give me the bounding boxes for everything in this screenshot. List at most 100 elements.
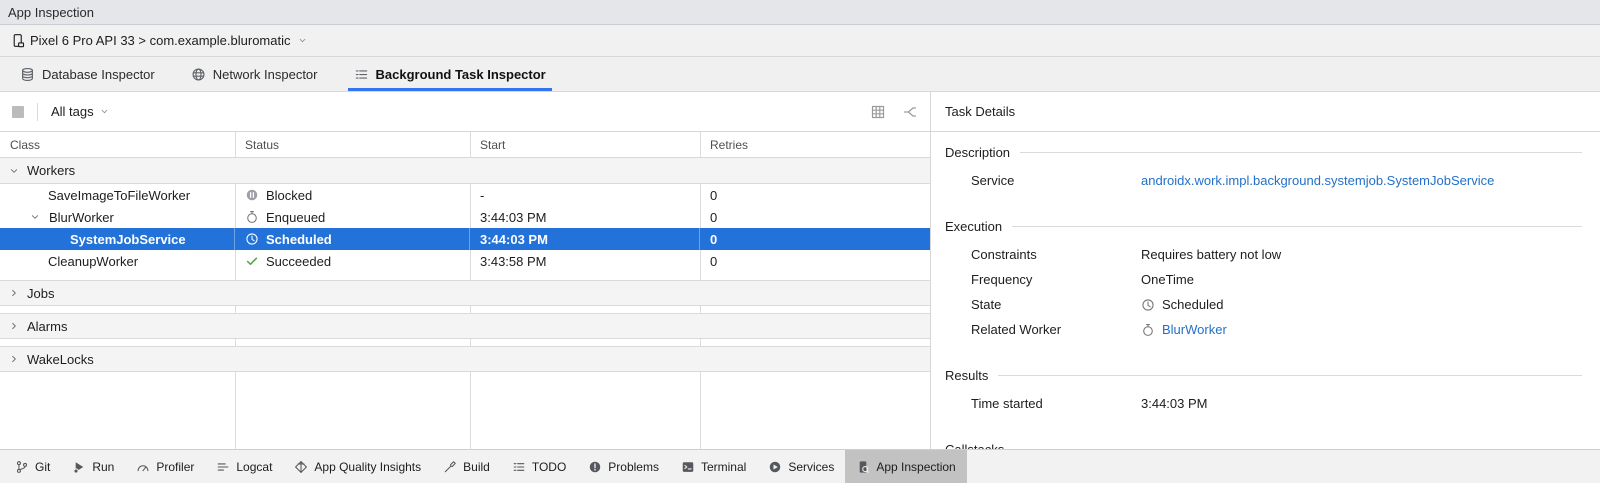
terminal-icon <box>681 460 695 474</box>
all-tags-label: All tags <box>51 104 94 119</box>
table-row[interactable]: CleanupWorker Succeeded3:43:58 PM 0 <box>0 250 930 272</box>
task-details-panel: Task Details DescriptionServiceandroidx.… <box>931 92 1600 449</box>
statusbar-item-build[interactable]: Build <box>432 450 501 483</box>
statusbar-item-label: App Quality Insights <box>314 460 421 474</box>
field-label: Frequency <box>971 272 1141 287</box>
succeeded-icon <box>245 254 259 268</box>
tab-database-inspector[interactable]: Database Inspector <box>14 57 161 91</box>
class-name: SystemJobService <box>70 232 186 247</box>
statusbar-item-app-inspection[interactable]: App Inspection <box>845 450 966 483</box>
chevron-down-icon <box>8 165 20 177</box>
task-list-icon <box>354 67 369 82</box>
statusbar-item-label: TODO <box>532 460 566 474</box>
cell-start: 3:43:58 PM <box>470 250 700 272</box>
chevron-down-icon <box>297 35 308 46</box>
statusbar-item-profiler[interactable]: Profiler <box>125 450 205 483</box>
task-details-body: DescriptionServiceandroidx.work.impl.bac… <box>931 132 1600 449</box>
chevron-down-icon <box>99 106 110 117</box>
statusbar-item-label: Terminal <box>701 460 746 474</box>
chevron-right-icon <box>8 287 20 299</box>
statusbar-item-services[interactable]: Services <box>757 450 845 483</box>
group-row-jobs[interactable]: Jobs <box>0 280 930 306</box>
statusbar-item-label: Profiler <box>156 460 194 474</box>
device-process-selector[interactable]: Pixel 6 Pro API 33 > com.example.bluroma… <box>0 25 1600 57</box>
start-time: - <box>480 188 484 203</box>
statusbar-item-run[interactable]: Run <box>61 450 125 483</box>
details-section-callstacks: Callstacks <box>945 441 1582 449</box>
todo-icon <box>512 460 526 474</box>
table-empty-area <box>0 372 930 449</box>
status-label: Scheduled <box>266 232 332 247</box>
section-rule <box>1020 152 1582 153</box>
table-view-icon[interactable] <box>870 104 886 120</box>
column-header-status: Status <box>235 132 470 157</box>
table-header-row: ClassStatusStartRetries <box>0 132 930 158</box>
field-value-text: 3:44:03 PM <box>1141 396 1208 411</box>
statusbar-item-label: Run <box>92 460 114 474</box>
blocked-icon <box>245 188 259 202</box>
statusbar-item-git[interactable]: Git <box>4 450 61 483</box>
statusbar-item-todo[interactable]: TODO <box>501 450 577 483</box>
detail-field-state: StateScheduled <box>945 292 1582 317</box>
chevron-right-icon <box>8 320 20 332</box>
section-header: Execution <box>945 218 1582 234</box>
cell-status: Succeeded <box>235 250 470 272</box>
retries-count: 0 <box>710 254 717 269</box>
cell-start: 3:44:03 PM <box>470 228 700 250</box>
class-name: SaveImageToFileWorker <box>48 188 190 203</box>
details-section-results: ResultsTime started3:44:03 PM <box>945 367 1582 416</box>
group-row-alarms[interactable]: Alarms <box>0 313 930 339</box>
start-time: 3:44:03 PM <box>480 232 548 247</box>
group-row-wakelocks[interactable]: WakeLocks <box>0 346 930 372</box>
field-value-link[interactable]: BlurWorker <box>1162 322 1227 337</box>
all-tags-dropdown[interactable]: All tags <box>51 104 110 119</box>
cell-retries: 0 <box>700 228 930 250</box>
cell-status: Scheduled <box>235 228 470 250</box>
field-value: BlurWorker <box>1141 322 1582 337</box>
table-row[interactable]: SystemJobService Scheduled 3:44:03 PM 0 <box>0 228 930 250</box>
tab-label: Network Inspector <box>213 67 318 82</box>
statusbar-item-logcat[interactable]: Logcat <box>205 450 283 483</box>
cell-class: SystemJobService <box>0 228 235 250</box>
run-icon <box>72 460 86 474</box>
detail-field-frequency: FrequencyOneTime <box>945 267 1582 292</box>
class-name: BlurWorker <box>49 210 114 225</box>
enqueued-icon <box>245 210 259 224</box>
status-label: Enqueued <box>266 210 325 225</box>
statusbar-item-terminal[interactable]: Terminal <box>670 450 757 483</box>
tab-network-inspector[interactable]: Network Inspector <box>185 57 324 91</box>
cell-retries: 0 <box>700 206 930 228</box>
statusbar-item-app-quality-insights[interactable]: App Quality Insights <box>283 450 432 483</box>
class-name: CleanupWorker <box>48 254 138 269</box>
table-row[interactable]: SaveImageToFileWorkerBlocked-0 <box>0 184 930 206</box>
statusbar-item-label: Git <box>35 460 50 474</box>
stop-inspector-button[interactable] <box>12 106 24 118</box>
statusbar-item-label: Problems <box>608 460 659 474</box>
cell-start: 3:44:03 PM <box>470 206 700 228</box>
database-icon <box>20 67 35 82</box>
tab-background-task-inspector[interactable]: Background Task Inspector <box>348 57 552 91</box>
field-value-text: Scheduled <box>1162 297 1223 312</box>
field-value: androidx.work.impl.background.systemjob.… <box>1141 173 1582 188</box>
window-title: App Inspection <box>8 5 94 20</box>
section-rule <box>1014 449 1582 450</box>
services-icon <box>768 460 782 474</box>
cell-status: Enqueued <box>235 206 470 228</box>
cell-retries: 0 <box>700 184 930 206</box>
field-value-link[interactable]: androidx.work.impl.background.systemjob.… <box>1141 173 1494 188</box>
field-label: Related Worker <box>971 322 1141 337</box>
field-value: OneTime <box>1141 272 1582 287</box>
field-label: Constraints <box>971 247 1141 262</box>
device-process-label: Pixel 6 Pro API 33 > com.example.bluroma… <box>30 33 290 48</box>
table-row[interactable]: BlurWorker Enqueued 3:44:03 PM0 <box>0 206 930 228</box>
group-row-workers[interactable]: Workers <box>0 158 930 184</box>
section-rule <box>998 375 1582 376</box>
group-label: WakeLocks <box>27 352 94 367</box>
chevron-right-icon <box>8 353 20 365</box>
network-icon <box>191 67 206 82</box>
cell-class: CleanupWorker <box>0 250 235 272</box>
graph-view-icon[interactable] <box>902 104 918 120</box>
task-table-toolbar: All tags <box>0 92 930 132</box>
statusbar-item-problems[interactable]: Problems <box>577 450 670 483</box>
field-label: Time started <box>971 396 1141 411</box>
